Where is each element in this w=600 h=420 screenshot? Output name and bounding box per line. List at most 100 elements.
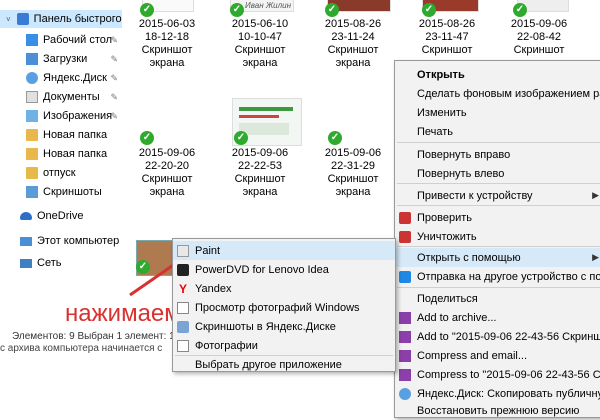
nav-item-network[interactable]: Сеть xyxy=(0,254,122,272)
menu-label: Отправка на другое устройство с помощь xyxy=(417,270,600,283)
menu-item-rotate-right[interactable]: Повернуть вправо xyxy=(395,145,600,164)
menu-separator xyxy=(397,205,600,206)
pin-icon[interactable]: ✎ xyxy=(110,111,118,122)
file-name: экрана xyxy=(335,57,371,69)
file-date: 2015-06-03 xyxy=(138,18,196,30)
menu-label: Просмотр фотографий Windows xyxy=(195,301,360,314)
powerdvd-icon xyxy=(177,263,189,276)
file-name: Скриншот xyxy=(234,173,286,185)
nav-label: Новая папка xyxy=(43,129,108,141)
background-text: с архива компьютера начинается с xyxy=(0,343,163,354)
yandex-disk-icon xyxy=(177,320,189,333)
nav-item-vacation[interactable]: отпуск xyxy=(0,164,122,182)
nav-item-this-pc[interactable]: Этот компьютер xyxy=(0,232,122,250)
check-icon: ✓ xyxy=(234,131,248,145)
menu-item-cast-to-device[interactable]: Привести к устройству ▶ xyxy=(395,186,600,205)
menu-separator xyxy=(397,183,600,184)
file-name: Скриншот xyxy=(421,44,473,56)
photos-icon xyxy=(177,339,189,352)
folder-icon xyxy=(26,129,38,141)
pin-icon[interactable]: ✎ xyxy=(110,92,118,103)
pictures-icon xyxy=(26,110,38,122)
file-caption[interactable]: 2015-09-06 22-22-53 Скриншот экрана xyxy=(225,147,295,199)
thumbnail-detail xyxy=(239,115,279,118)
menu-separator xyxy=(397,287,600,288)
menu-item-open-with[interactable]: Открыть с помощью ▶ xyxy=(395,248,600,267)
submenu-item-yandex[interactable]: Y Yandex xyxy=(173,279,395,298)
menu-label: Поделиться xyxy=(417,292,478,305)
submenu-item-powerdvd[interactable]: PowerDVD for Lenovo Idea xyxy=(173,260,395,279)
file-caption[interactable]: 2015-09-06 22-31-29 Скриншот экрана xyxy=(318,147,388,199)
menu-item-compress-email[interactable]: Compress and email... xyxy=(395,346,600,365)
nav-item-documents[interactable]: Документы ✎ xyxy=(0,88,122,106)
menu-item-edit[interactable]: Изменить xyxy=(395,103,600,122)
file-caption[interactable]: 2015-06-03 18-12-18 Скриншот экрана xyxy=(132,18,202,70)
nav-item-new-folder-2[interactable]: Новая папка xyxy=(0,145,122,163)
submenu-item-windows-photo-viewer[interactable]: Просмотр фотографий Windows xyxy=(173,298,395,317)
nav-item-quick-access[interactable]: ˅ Панель быстрого до xyxy=(0,10,122,28)
nav-item-onedrive[interactable]: OneDrive xyxy=(0,207,122,225)
file-name: Скриншот xyxy=(141,173,193,185)
device-icon xyxy=(399,270,411,283)
menu-label: Яндекс.Диск: Скопировать публичную ссы xyxy=(417,387,600,400)
file-caption[interactable]: 2015-09-06 22-20-20 Скриншот экрана xyxy=(132,147,202,199)
file-date: 2015-09-06 xyxy=(138,147,196,159)
submenu-item-photos[interactable]: Фотографии xyxy=(173,336,395,355)
winrar-icon xyxy=(399,330,411,343)
menu-item-compress-to-rar[interactable]: Compress to "2015-09-06 22-43-56 Скриншо xyxy=(395,365,600,384)
menu-label: Открыть xyxy=(417,68,465,81)
menu-item-send-to-device[interactable]: Отправка на другое устройство с помощь xyxy=(395,267,600,286)
file-caption[interactable]: 2015-06-10 10-10-47 Скриншот экрана xyxy=(225,18,295,70)
submenu-item-paint[interactable]: Paint xyxy=(173,241,395,260)
menu-label: Compress to "2015-09-06 22-43-56 Скриншо xyxy=(417,368,600,381)
file-date: 2015-06-10 xyxy=(231,18,289,30)
nav-label: Сеть xyxy=(37,257,62,269)
menu-item-scan[interactable]: Проверить xyxy=(395,208,600,227)
star-icon xyxy=(16,13,29,25)
menu-item-open[interactable]: Открыть xyxy=(395,65,600,84)
nav-item-yandex-disk[interactable]: Яндекс.Диск ✎ xyxy=(0,69,122,87)
download-icon xyxy=(26,53,38,65)
nav-item-new-folder-1[interactable]: Новая папка xyxy=(0,126,122,144)
check-icon: ✓ xyxy=(328,131,342,145)
menu-label: Сделать фоновым изображением рабочего xyxy=(417,87,600,100)
submenu-item-choose-app[interactable]: Выбрать другое приложение xyxy=(173,355,395,374)
photo-viewer-icon xyxy=(177,301,189,314)
menu-item-add-to-archive[interactable]: Add to archive... xyxy=(395,308,600,327)
yandex-disk-icon xyxy=(399,387,411,400)
menu-label: Изменить xyxy=(417,106,467,119)
file-name: Скриншот xyxy=(327,173,379,185)
menu-label: Выбрать другое приложение xyxy=(195,358,342,371)
pin-icon[interactable]: ✎ xyxy=(110,73,118,84)
menu-item-print[interactable]: Печать xyxy=(395,122,600,141)
nav-label: Документы xyxy=(43,91,100,103)
menu-label: Открыть с помощью xyxy=(417,251,521,264)
submenu-item-yandex-screenshots[interactable]: Скриншоты в Яндекс.Диске xyxy=(173,317,395,336)
check-icon: ✓ xyxy=(325,3,339,17)
onedrive-icon xyxy=(20,212,32,220)
file-time: 23-11-47 xyxy=(425,31,469,43)
menu-label: Фотографии xyxy=(195,339,258,352)
menu-item-shred[interactable]: Уничтожить xyxy=(395,227,600,246)
menu-label: Yandex xyxy=(195,282,232,295)
menu-item-set-wallpaper[interactable]: Сделать фоновым изображением рабочего xyxy=(395,84,600,103)
menu-item-add-to-rar[interactable]: Add to "2015-09-06 22-43-56 Скриншот экр xyxy=(395,327,600,346)
antivirus-icon xyxy=(399,211,411,224)
pin-icon[interactable]: ✎ xyxy=(110,54,118,65)
nav-item-pictures[interactable]: Изображения ✎ xyxy=(0,107,122,125)
menu-item-restore-version[interactable]: Восстановить прежнюю версию xyxy=(395,401,600,420)
menu-item-share[interactable]: Поделиться xyxy=(395,289,600,308)
nav-label: отпуск xyxy=(43,167,76,179)
chevron-down-icon[interactable]: ˅ xyxy=(6,15,11,24)
pin-icon[interactable]: ✎ xyxy=(110,35,118,46)
file-date: 2015-08-26 xyxy=(324,18,382,30)
nav-item-desktop[interactable]: Рабочий стол ✎ xyxy=(0,31,122,49)
context-menu: Открыть Сделать фоновым изображением раб… xyxy=(394,60,600,418)
menu-separator xyxy=(397,246,600,247)
status-text: Элементов: 9 Выбран 1 элемент: 1 xyxy=(12,331,175,342)
menu-item-rotate-left[interactable]: Повернуть влево xyxy=(395,164,600,183)
nav-label: Этот компьютер xyxy=(37,235,120,247)
nav-item-downloads[interactable]: Загрузки ✎ xyxy=(0,50,122,68)
file-caption[interactable]: 2015-08-26 23-11-24 Скриншот экрана xyxy=(318,18,388,70)
nav-item-screenshots[interactable]: Скриншоты xyxy=(0,183,122,201)
